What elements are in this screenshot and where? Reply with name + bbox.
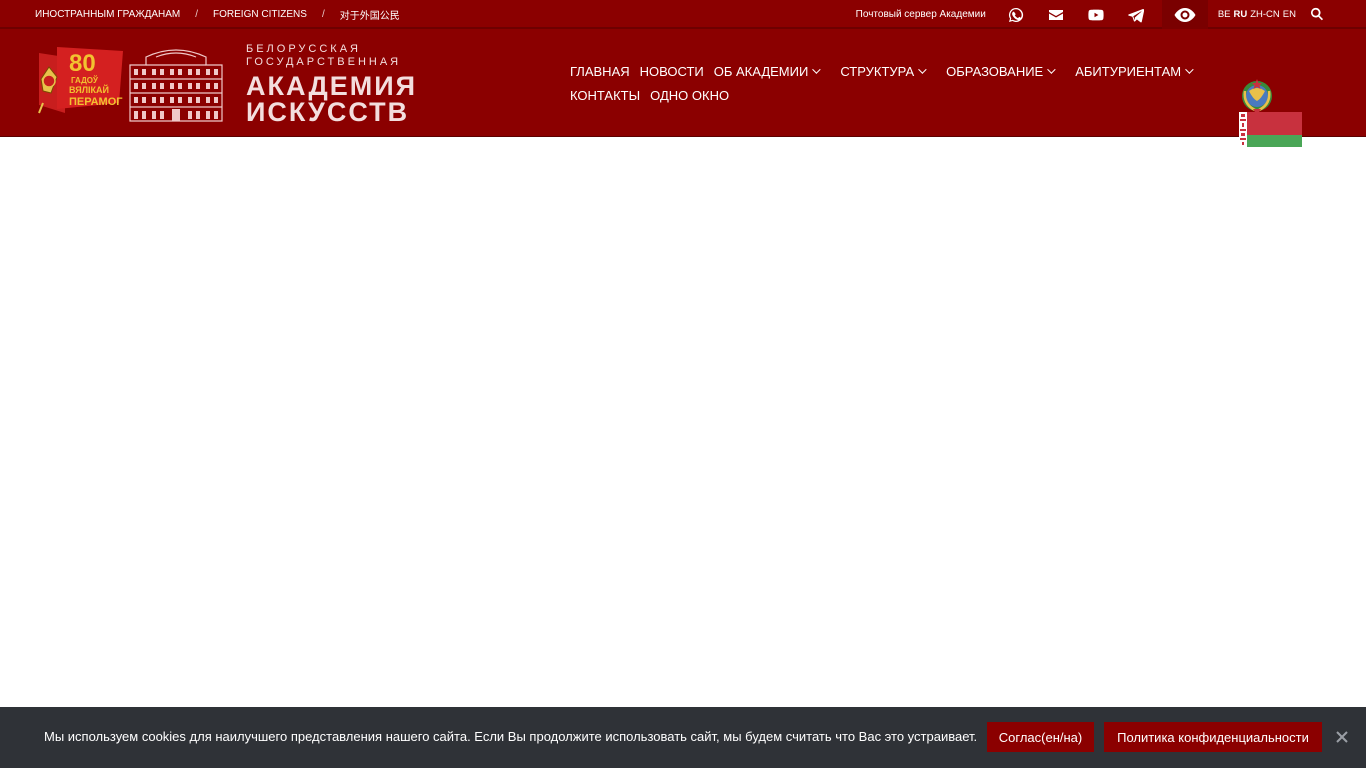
belarus-flag-icon: [1239, 112, 1302, 147]
search-icon[interactable]: [1310, 7, 1326, 23]
top-bar-right: Почтовый сервер Академии BE RU ZH-CN EN: [856, 0, 1366, 29]
link-foreign-ru[interactable]: ИНОСТРАННЫМ ГРАЖДАНАМ: [35, 9, 180, 20]
lang-ru[interactable]: RU: [1234, 9, 1248, 20]
academy-building-logo[interactable]: [126, 43, 226, 123]
nav-label: АБИТУРИЕНТАМ: [1075, 63, 1182, 79]
link-foreign-en[interactable]: FOREIGN CITIZENS: [213, 9, 307, 20]
cookie-message: Мы используем cookies для наилучшего пре…: [44, 729, 978, 744]
lang-en[interactable]: EN: [1283, 9, 1296, 20]
chevron-down-icon: [1047, 65, 1056, 74]
brand-line4: ИСКУССТВ: [246, 97, 410, 127]
nav-label: ОДНО ОКНО: [650, 87, 730, 103]
separator: /: [195, 9, 199, 20]
cookie-banner: Мы используем cookies для наилучшего пре…: [0, 707, 1366, 768]
chevron-down-icon: [812, 65, 821, 74]
logo-line1: ГАДОЎ: [71, 76, 99, 85]
nav-item-contacts[interactable]: КОНТАКТЫ: [570, 88, 640, 103]
victory-80-logo[interactable]: 80 ГАДОЎ ВЯЛІКАЙ ПЕРАМОГІ: [35, 43, 123, 115]
nav-row-2: КОНТАКТЫ ОДНО ОКНО: [570, 83, 1210, 107]
nav-item-about[interactable]: ОБ АКАДЕМИИ: [713, 63, 821, 79]
nav-item-structure[interactable]: СТРУКТУРА: [840, 63, 927, 79]
nav-label: ГЛАВНАЯ: [570, 63, 630, 79]
brand-line3: АКАДЕМИЯ: [246, 71, 418, 101]
nav-item-applicants[interactable]: АБИТУРИЕНТАМ: [1075, 63, 1194, 79]
cookie-accept-button[interactable]: Соглас(ен/на): [987, 722, 1094, 752]
lang-zh-cn[interactable]: ZH-CN: [1250, 9, 1280, 20]
state-emblem-icon: [1242, 79, 1272, 113]
close-icon[interactable]: [1335, 730, 1349, 744]
telegram-icon[interactable]: [1127, 7, 1144, 23]
top-bar: ИНОСТРАННЫМ ГРАЖДАНАМ / FOREIGN CITIZENS…: [0, 0, 1366, 29]
academy-brand[interactable]: БЕЛОРУССКАЯ ГОСУДАРСТВЕННАЯ АКАДЕМИЯ ИСК…: [246, 43, 418, 127]
nav-item-one-window[interactable]: ОДНО ОКНО: [650, 88, 729, 103]
nav-item-news[interactable]: НОВОСТИ: [640, 64, 704, 79]
lang-be[interactable]: BE: [1218, 9, 1231, 20]
youtube-icon[interactable]: [1088, 7, 1104, 23]
nav-label: ОБРАЗОВАНИЕ: [946, 63, 1044, 79]
nav-label: НОВОСТИ: [639, 63, 704, 79]
language-switcher: BE RU ZH-CN EN: [1218, 9, 1296, 20]
nav-label: СТРУКТУРА: [840, 63, 915, 79]
nav-item-education[interactable]: ОБРАЗОВАНИЕ: [946, 63, 1056, 79]
mail-server-link[interactable]: Почтовый сервер Академии: [856, 9, 986, 20]
privacy-policy-button[interactable]: Политика конфиденциальности: [1104, 722, 1322, 752]
logo-line3: ПЕРАМОГІ: [69, 96, 123, 108]
logo-80-number: 80: [69, 50, 96, 77]
nav-row-1: ГЛАВНАЯ НОВОСТИ ОБ АКАДЕМИИ СТРУКТУРА ОБ…: [570, 59, 1210, 83]
chevron-down-icon: [1185, 65, 1194, 74]
foreign-links: ИНОСТРАННЫМ ГРАЖДАНАМ / FOREIGN CITIZENS…: [35, 0, 400, 29]
eye-icon[interactable]: [1161, 0, 1208, 29]
link-foreign-zh[interactable]: 对于外国公民: [340, 7, 400, 22]
nav-item-home[interactable]: ГЛАВНАЯ: [570, 64, 630, 79]
separator: /: [321, 9, 325, 20]
brand-line2: ГОСУДАРСТВЕННАЯ: [246, 56, 402, 68]
chevron-down-icon: [918, 65, 927, 74]
whatsapp-icon[interactable]: [1008, 7, 1024, 23]
envelope-icon[interactable]: [1048, 7, 1064, 23]
site-header: 80 ГАДОЎ ВЯЛІКАЙ ПЕРАМОГІ БЕЛОРУССКАЯ ГО…: [0, 29, 1366, 147]
nav-label: КОНТАКТЫ: [570, 87, 641, 103]
main-nav: ГЛАВНАЯ НОВОСТИ ОБ АКАДЕМИИ СТРУКТУРА ОБ…: [570, 59, 1210, 107]
brand-line1: БЕЛОРУССКАЯ: [246, 43, 361, 55]
logo-line2: ВЯЛІКАЙ: [69, 84, 109, 95]
nav-label: ОБ АКАДЕМИИ: [713, 63, 809, 79]
